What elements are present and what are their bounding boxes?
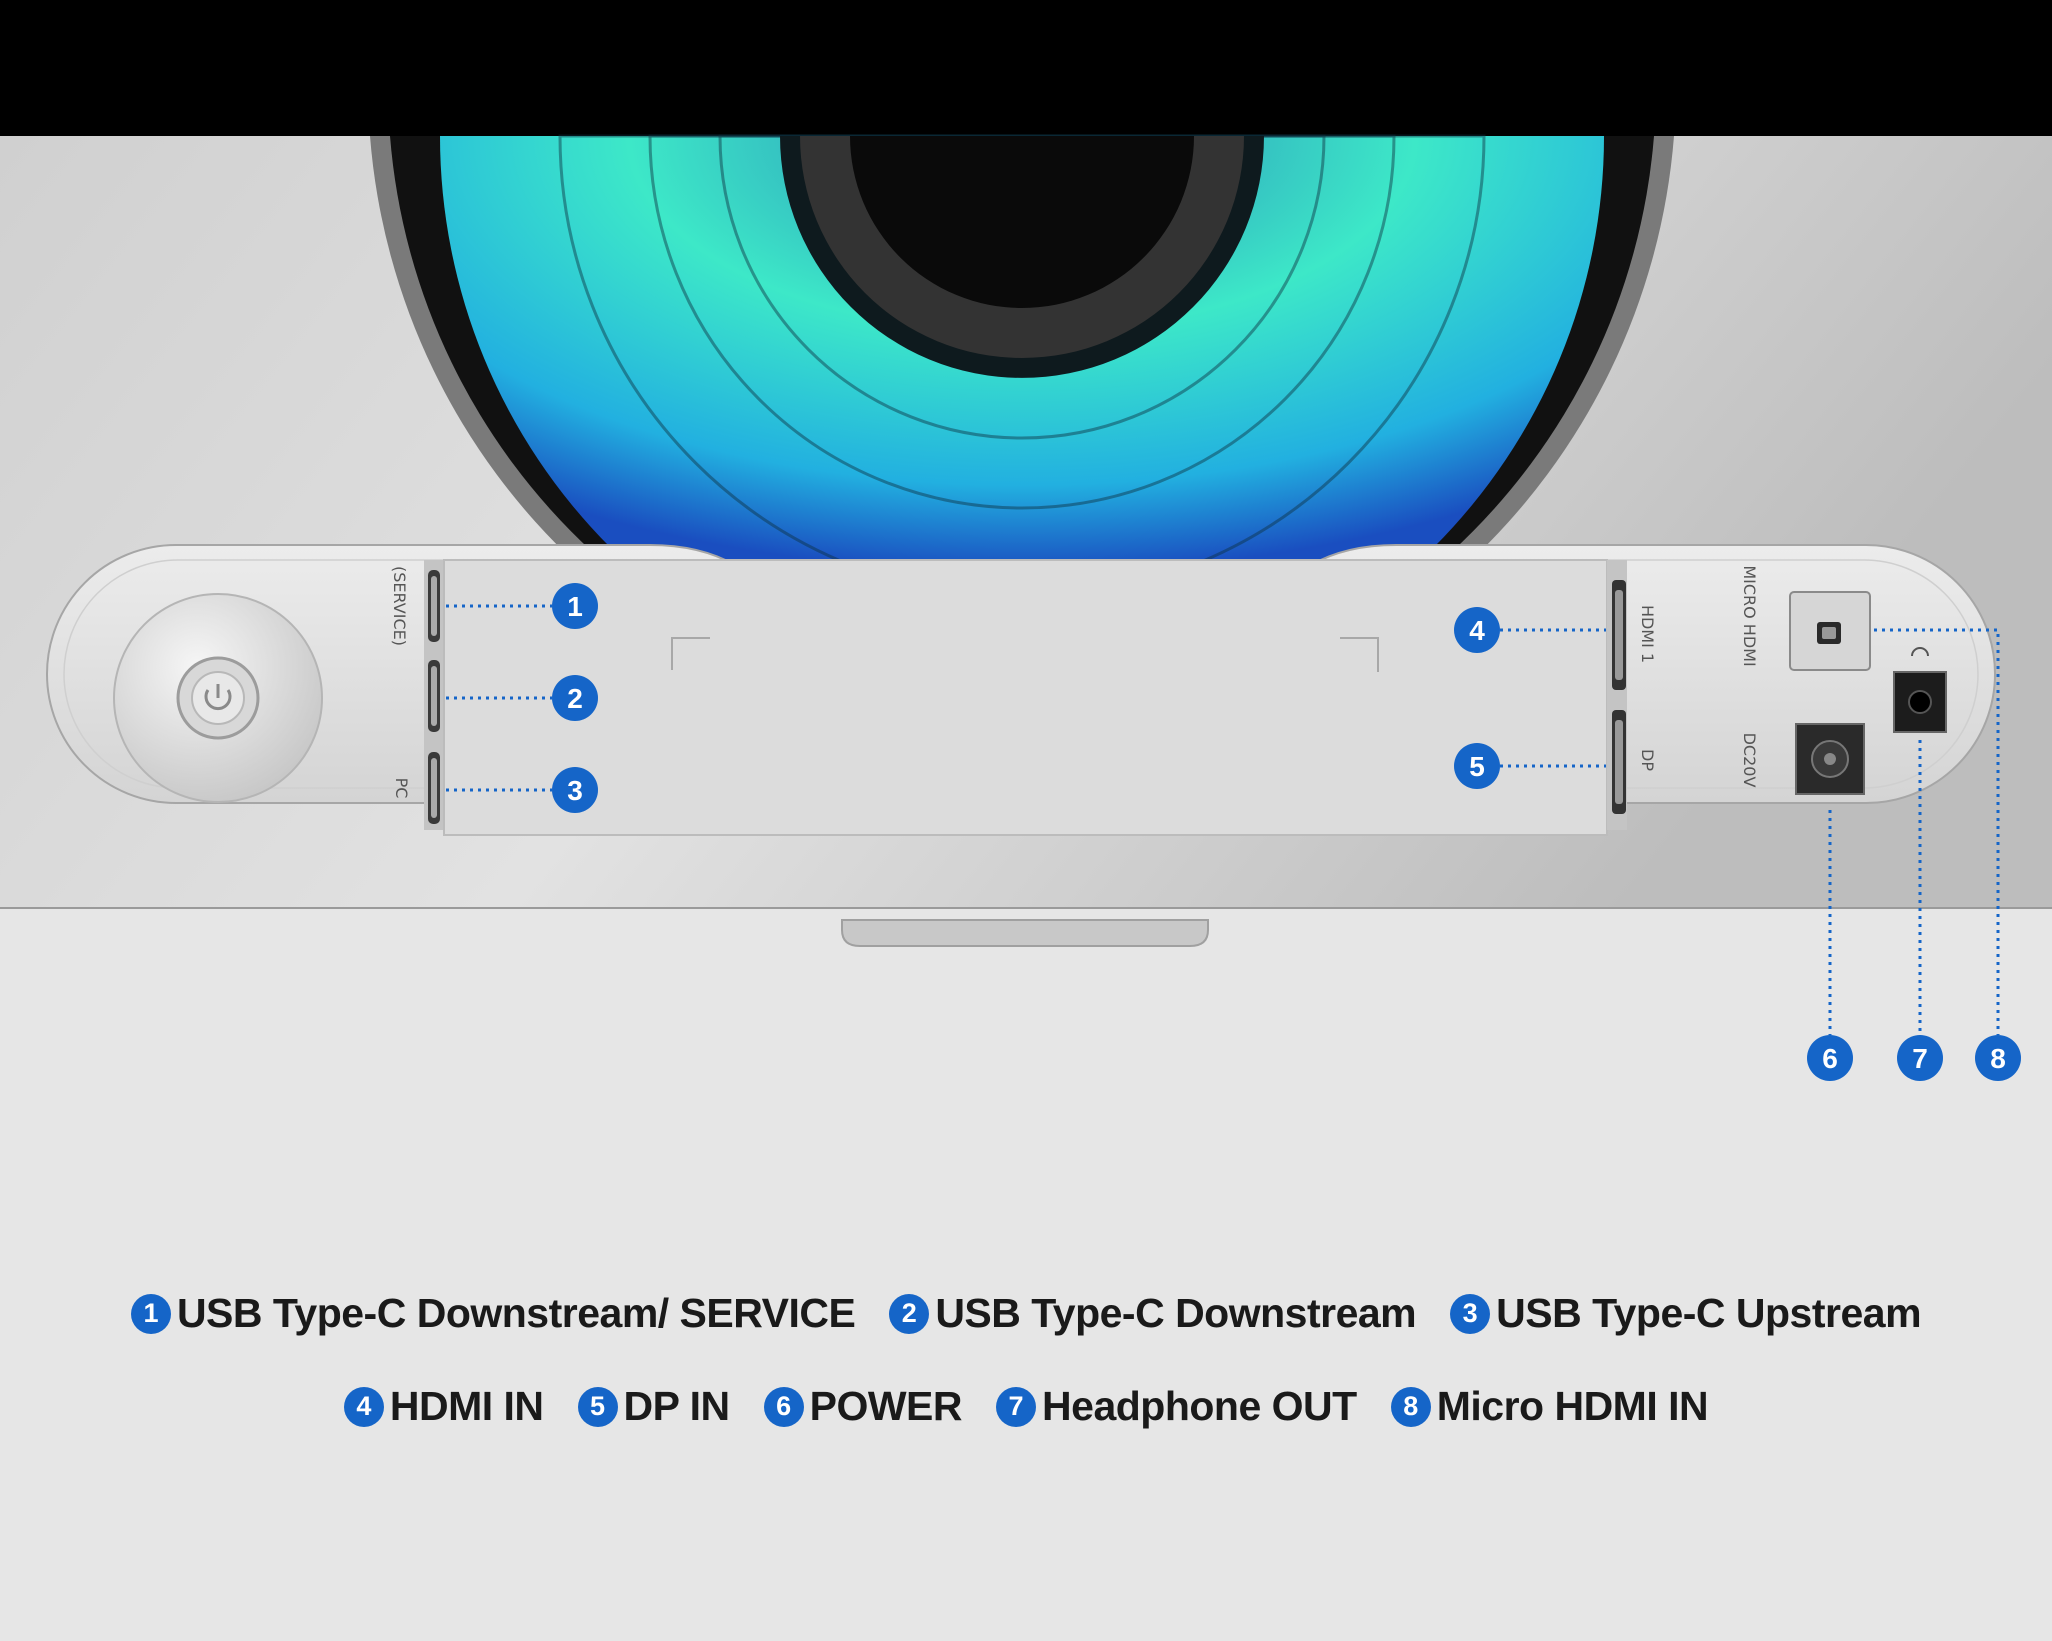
usb-c-port-2 [428, 660, 440, 732]
marker-2: 2 [552, 675, 598, 721]
label-dp: DP [1638, 749, 1657, 771]
marker-8: 8 [1975, 1035, 2021, 1081]
legend-item-usb-c-upstream: 3 USB Type-C Upstream [1450, 1290, 1922, 1337]
legend-item-micro-hdmi-in: 8 Micro HDMI IN [1390, 1383, 1709, 1430]
dc-power-port [1795, 723, 1865, 795]
legend-item-dp-in: 5 DP IN [577, 1383, 731, 1430]
legend-item-power: 6 POWER [763, 1383, 963, 1430]
marker-5: 5 [1454, 743, 1500, 789]
legend-row-1: 1 USB Type-C Downstream/ SERVICE 2 USB T… [0, 1290, 2052, 1337]
label-dc: DC20V [1740, 733, 1759, 788]
marker-7: 7 [1897, 1035, 1943, 1081]
legend-label: DP IN [623, 1383, 731, 1429]
legend-label: Headphone OUT [1042, 1383, 1357, 1429]
svg-text:2: 2 [567, 683, 583, 714]
legend-item-usb-c-downstream-service: 1 USB Type-C Downstream/ SERVICE [130, 1290, 856, 1337]
svg-text:7: 7 [1912, 1043, 1928, 1074]
marker-3: 3 [552, 767, 598, 813]
legend-row-2: 4 HDMI IN 5 DP IN 6 POWER 7 Headphone OU… [0, 1383, 2052, 1430]
top-band [0, 0, 2052, 136]
legend-badge: 8 [1390, 1386, 1431, 1427]
legend-badge: 1 [130, 1293, 171, 1334]
legend-label: USB Type-C Downstream/ SERVICE [176, 1290, 856, 1336]
usb-c-port-3 [428, 752, 440, 824]
marker-6: 6 [1807, 1035, 1853, 1081]
usb-c-port-1 [428, 570, 440, 642]
legend-badge: 6 [763, 1386, 804, 1427]
port-panel-center [443, 559, 1608, 836]
label-hdmi: HDMI 1 [1638, 605, 1657, 663]
legend-label: USB Type-C Upstream [1496, 1290, 1922, 1336]
port-legend: 1 USB Type-C Downstream/ SERVICE 2 USB T… [0, 1290, 2052, 1476]
legend-label: USB Type-C Downstream [935, 1290, 1417, 1336]
marker-1: 1 [552, 583, 598, 629]
label-pc: PC [392, 778, 411, 799]
stand-neck [841, 919, 1209, 947]
label-usb-service: (SERVICE) [390, 566, 409, 646]
legend-label: Micro HDMI IN [1436, 1383, 1709, 1429]
legend-badge: 7 [996, 1386, 1037, 1427]
hdmi-port [1612, 580, 1626, 690]
svg-text:5: 5 [1469, 751, 1485, 782]
marker-4: 4 [1454, 607, 1500, 653]
power-joystick [113, 593, 323, 803]
legend-label: HDMI IN [389, 1383, 544, 1429]
svg-text:3: 3 [567, 775, 583, 806]
legend-badge: 2 [889, 1293, 930, 1334]
legend-badge: 5 [577, 1386, 618, 1427]
legend-badge: 4 [343, 1386, 384, 1427]
svg-text:4: 4 [1469, 615, 1485, 646]
legend-item-headphone-out: 7 Headphone OUT [996, 1383, 1357, 1430]
label-micro-hdmi: MICRO HDMI [1740, 565, 1759, 666]
svg-text:8: 8 [1990, 1043, 2006, 1074]
headphone-port [1893, 671, 1947, 733]
svg-text:1: 1 [567, 591, 583, 622]
micro-hdmi-port [1789, 591, 1871, 671]
legend-item-usb-c-downstream: 2 USB Type-C Downstream [889, 1290, 1417, 1337]
dp-port [1612, 710, 1626, 814]
svg-text:6: 6 [1822, 1043, 1838, 1074]
legend-item-hdmi-in: 4 HDMI IN [343, 1383, 544, 1430]
legend-badge: 3 [1450, 1293, 1491, 1334]
legend-label: POWER [809, 1383, 963, 1429]
